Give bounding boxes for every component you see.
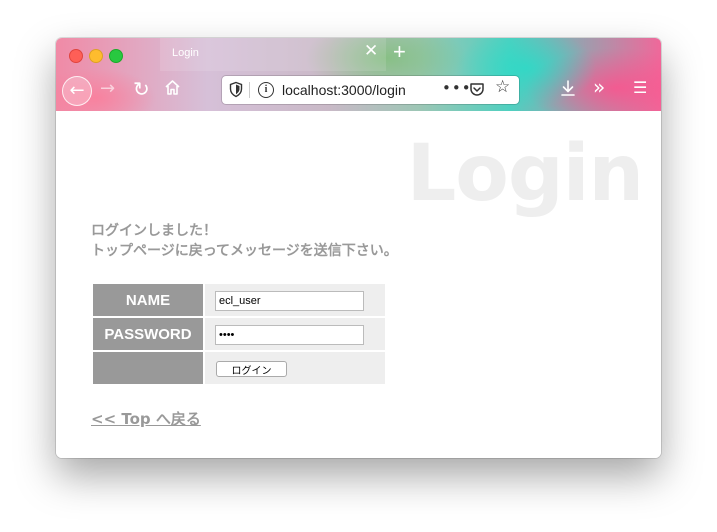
login-form: NAME PASSWORD ログイン: [91, 282, 387, 386]
forward-button[interactable]: →: [100, 80, 115, 98]
url-separator: [249, 82, 250, 98]
message-line-1: ログインしました！: [91, 223, 217, 239]
page-title-watermark: Login: [406, 129, 644, 219]
close-icon[interactable]: ✕: [364, 43, 378, 60]
password-row: PASSWORD: [93, 318, 385, 350]
star-icon[interactable]: ☆: [495, 79, 510, 96]
password-label: PASSWORD: [93, 318, 203, 350]
browser-toolbar: Login ✕ + ← → ↻ i localhost:3000/login •…: [56, 38, 661, 111]
login-button[interactable]: ログイン: [216, 360, 287, 377]
pocket-icon[interactable]: [469, 81, 485, 101]
name-label: NAME: [93, 284, 203, 316]
shield-icon[interactable]: [229, 81, 243, 102]
name-row: NAME: [93, 284, 385, 316]
message-line-2: トップページに戻ってメッセージを送信下さい。: [91, 243, 398, 259]
download-icon: [561, 80, 575, 96]
login-message: ログインしました！ トップページに戻ってメッセージを送信下さい。: [91, 221, 398, 261]
browser-window: Login ✕ + ← → ↻ i localhost:3000/login •…: [56, 38, 661, 458]
overflow-menu-button[interactable]: »: [593, 77, 605, 97]
back-to-top-link[interactable]: << Top へ戻る: [91, 408, 201, 429]
downloads-button[interactable]: [560, 80, 576, 101]
address-bar[interactable]: i localhost:3000/login ••• ☆: [222, 76, 519, 104]
name-input[interactable]: [215, 291, 364, 311]
home-icon: [165, 80, 180, 95]
tab-title: Login: [172, 47, 199, 59]
submit-row: ログイン: [93, 352, 385, 384]
close-window-button[interactable]: [69, 49, 83, 63]
hamburger-menu-button[interactable]: ☰: [633, 80, 647, 96]
tab-login[interactable]: Login ✕: [160, 38, 386, 71]
zoom-window-button[interactable]: [109, 49, 123, 63]
page-content: Login ログインしました！ トップページに戻ってメッセージを送信下さい。 N…: [56, 111, 661, 458]
new-tab-button[interactable]: +: [393, 41, 406, 63]
password-input[interactable]: [215, 325, 364, 345]
reload-button[interactable]: ↻: [133, 79, 150, 99]
minimize-window-button[interactable]: [89, 49, 103, 63]
home-button[interactable]: [164, 79, 181, 100]
page-actions-button[interactable]: •••: [442, 79, 472, 97]
url-fade: [412, 76, 442, 104]
info-icon[interactable]: i: [258, 82, 274, 98]
back-button[interactable]: ←: [62, 76, 92, 106]
